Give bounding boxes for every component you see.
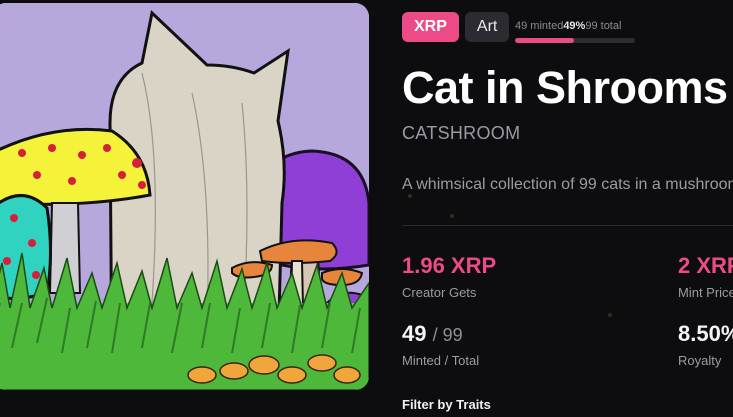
mint-price-label: Mint Price — [678, 285, 733, 300]
collection-details: XRP Art 49 minted49%99 total Cat in Shro… — [402, 0, 733, 417]
tag-row: XRP Art — [402, 12, 515, 42]
mint-progress-text: 49 minted49%99 total — [515, 20, 635, 32]
creator-gets-value: 1.96 XRP — [402, 253, 497, 278]
stat-royalty: 8.50% Royalty — [678, 321, 733, 368]
minted-value: 49 / 99 — [402, 321, 479, 347]
total-count: 99 total — [585, 20, 622, 32]
decorative-dot — [450, 214, 454, 218]
collection-title: Cat in Shrooms — [402, 62, 728, 113]
royalty-label: Royalty — [678, 353, 722, 368]
minted-percent: 49% — [563, 20, 586, 32]
mint-progress-fill — [515, 38, 575, 43]
royalty-value: 8.50% — [678, 321, 733, 346]
decorative-dot — [608, 313, 612, 317]
minted-count: 49 minted — [515, 20, 564, 32]
mint-progress: 49 minted49%99 total — [515, 20, 635, 43]
divider — [402, 225, 733, 226]
minted-number: 49 — [402, 321, 427, 346]
stat-creator-gets: 1.96 XRP Creator Gets — [402, 253, 496, 300]
collection-artwork[interactable] — [0, 3, 369, 390]
creator-gets-label: Creator Gets — [402, 285, 477, 300]
mint-price-value: 2 XRP — [678, 253, 733, 278]
mint-progress-bar — [515, 38, 635, 43]
artwork-image — [0, 3, 369, 390]
chain-tag: XRP — [402, 12, 459, 42]
collection-symbol: CATSHROOM — [402, 123, 521, 143]
minted-total-label: Minted / Total — [402, 353, 480, 368]
stat-minted-total: 49 / 99 Minted / Total — [402, 321, 479, 368]
filter-by-traits-heading[interactable]: Filter by Traits — [402, 397, 491, 412]
stat-mint-price: 2 XRP Mint Price — [678, 253, 733, 300]
total-number: / 99 — [432, 325, 463, 345]
category-tag: Art — [464, 12, 510, 42]
collection-description: A whimsical collection of 99 cats in a m… — [402, 176, 733, 193]
decorative-dot — [408, 194, 412, 198]
